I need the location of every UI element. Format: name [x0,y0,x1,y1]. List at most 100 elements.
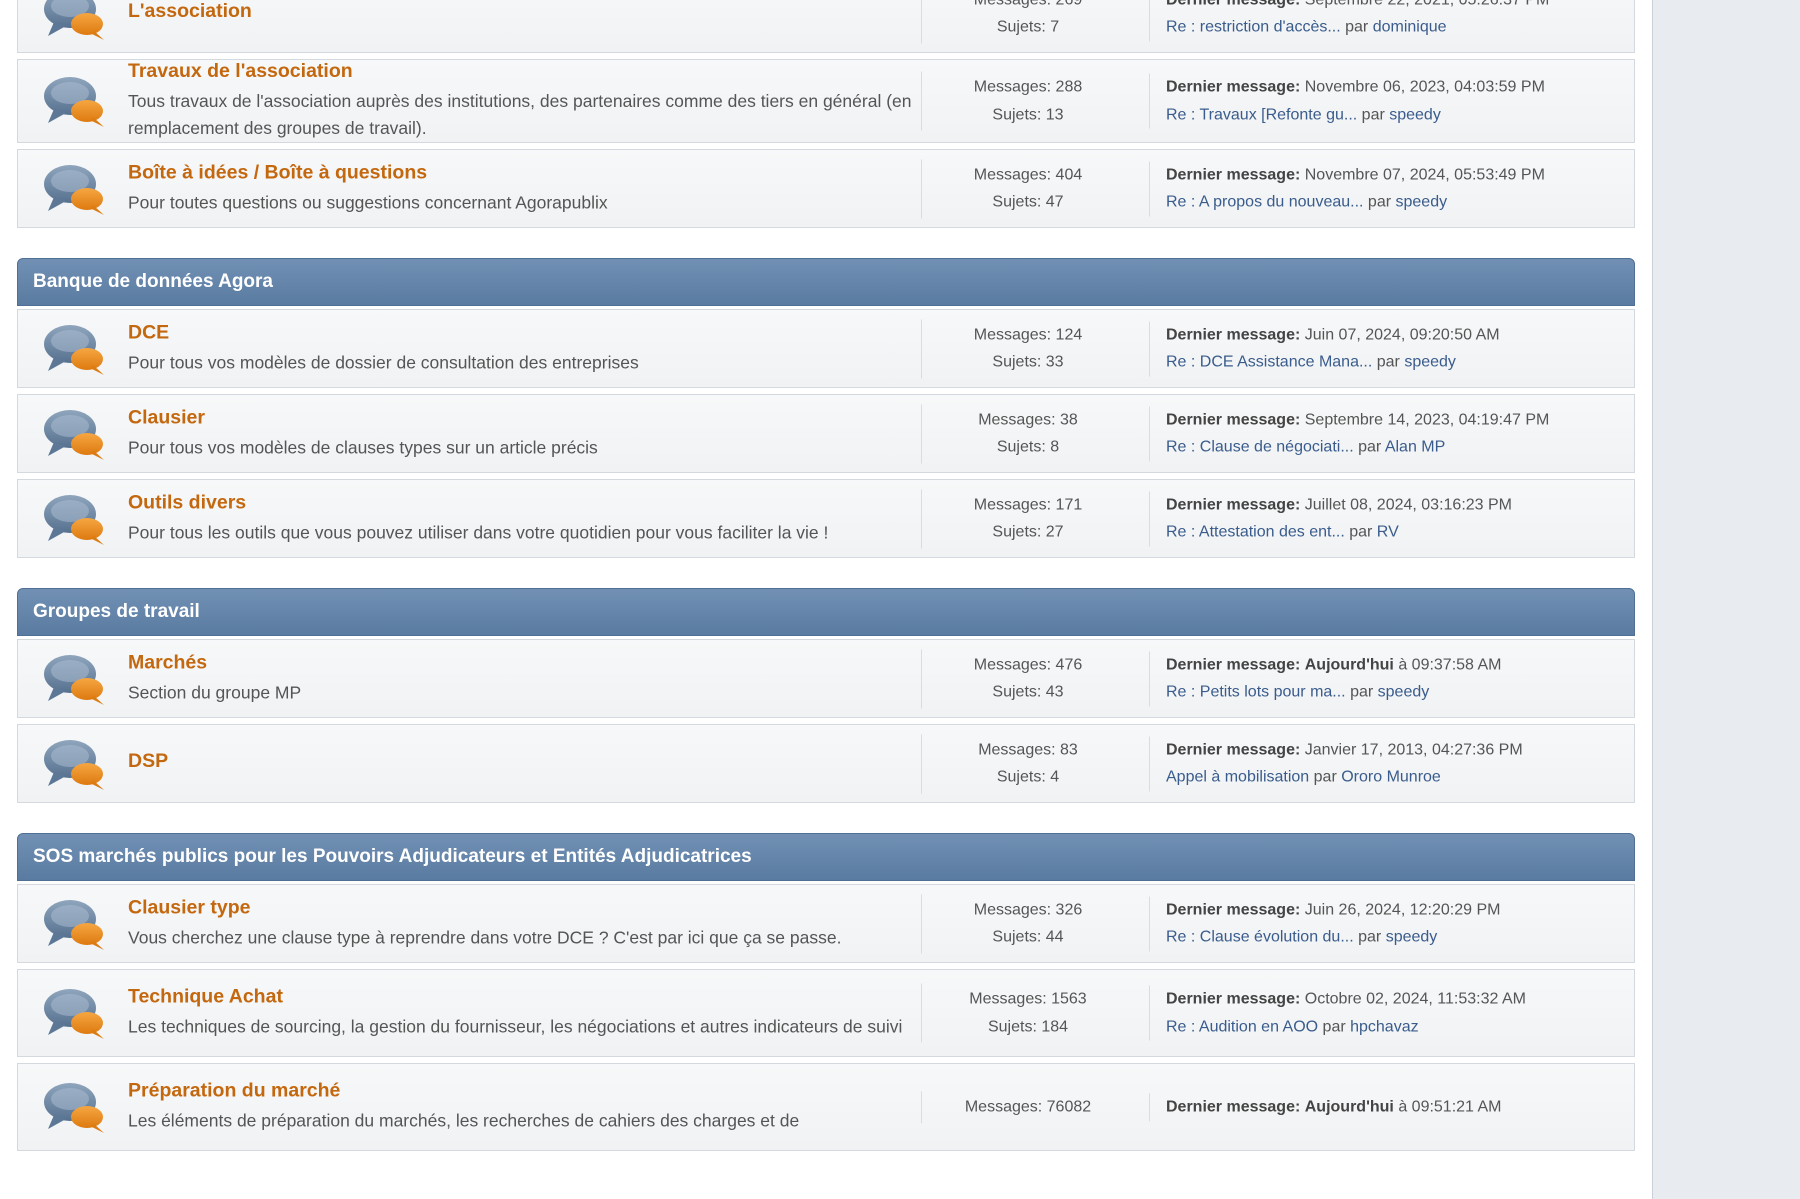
forum-info: L'association [128,0,916,28]
last-post-subject-link[interactable]: Re : Audition en AOO [1166,1018,1318,1035]
last-post-date: Dernier message: Juin 07, 2024, 09:20:50… [1166,326,1500,343]
last-post-author-link[interactable]: hpchavaz [1350,1018,1419,1035]
forum-description: Pour tous les outils que vous pouvez uti… [128,522,829,542]
messages-count: Messages: 171 [973,496,1083,513]
last-post-subject-link[interactable]: Re : restriction d'accès... [1166,19,1341,36]
forum-info: Boîte à idées / Boîte à questions Pour to… [128,161,916,216]
category-header-banque-de-donnees-agora[interactable]: Banque de données Agora [17,258,1635,306]
last-post-label: Dernier message: [1166,411,1301,428]
forum-title-link[interactable]: DCE [128,321,916,344]
forum-board-icon [44,324,104,375]
forum-title-link[interactable]: Travaux de l'association [128,60,916,83]
forum-description: Tous travaux de l'association auprès des… [128,91,912,138]
forum-title-link[interactable]: Marchés [128,651,916,674]
forum-board-icon [44,409,104,460]
last-post: Dernier message: Juin 07, 2024, 09:20:50… [1149,321,1624,376]
last-post-author-link[interactable]: speedy [1378,684,1430,701]
forum-info: Outils divers Pour tous les outils que vo… [128,491,916,546]
last-post-author-link[interactable]: dominique [1373,19,1447,36]
last-post: Dernier message: Septembre 14, 2023, 04:… [1149,406,1624,461]
forum-row-travaux-de-l-association: Travaux de l'association Tous travaux de … [17,59,1635,143]
category-header-sos-marches-publics-pour-les-pouvoirs-adjudicateurs-et-entites-adjudicatrices[interactable]: SOS marchés publics pour les Pouvoirs Ad… [17,833,1635,881]
forum-info: DCE Pour tous vos modèles de dossier de c… [128,321,916,376]
last-post: Dernier message: Novembre 07, 2024, 05:5… [1149,161,1624,216]
last-post-label: Dernier message: [1166,1098,1301,1116]
last-post: Dernier message: Octobre 02, 2024, 11:53… [1149,985,1624,1041]
last-post-label: Dernier message: [1166,656,1301,673]
forum-row-clausier-type: Clausier type Vous cherchez une clause ty… [17,884,1635,963]
forum-description: Pour toutes questions ou suggestions con… [128,192,608,212]
last-post-author-link[interactable]: Ororo Munroe [1341,769,1441,786]
forum-row-marches: Marchés Section du groupe MP Messages: 476… [17,639,1635,718]
forum-row-dce: DCE Pour tous vos modèles de dossier de c… [17,309,1635,388]
forum-description: Section du groupe MP [128,682,302,702]
last-post-subject-link[interactable]: Re : DCE Assistance Mana... [1166,354,1372,371]
messages-count: Messages: 326 [973,901,1083,918]
forum-stats: Messages: 76082 [921,1091,1134,1123]
last-post: Dernier message: Aujourd'hui à 09:51:21 … [1149,1093,1624,1121]
last-post-subject-link[interactable]: Re : Petits lots pour ma... [1166,684,1346,701]
messages-count: Messages: 38 [978,411,1078,428]
forum-stats: Messages: 1563 Sujets: 184 [921,983,1134,1043]
last-post-author-link[interactable]: speedy [1404,354,1456,371]
forum-stats: Messages: 124 Sujets: 33 [921,319,1134,378]
last-post: Dernier message: Juillet 08, 2024, 03:16… [1149,491,1624,546]
forum-info: Préparation du marché Les éléments de pré… [128,1080,916,1135]
messages-count: Messages: 76082 [964,1098,1092,1116]
forum-title-link[interactable]: L'association [128,0,916,23]
board-index: L'association Messages: 269 Sujets: 7 Derni… [17,0,1635,1157]
forum-description: Pour tous vos modèles de clauses types s… [128,437,598,457]
last-post-author-link[interactable]: speedy [1386,929,1438,946]
forum-description: Vous cherchez une clause type à reprendr… [128,927,842,947]
last-post-subject-link[interactable]: Re : Travaux [Refonte gu... [1166,106,1357,123]
topics-count: Sujets: 47 [992,193,1064,211]
forum-title-link[interactable]: Préparation du marché [128,1080,916,1103]
today-label: Aujourd'hui [1304,1098,1394,1116]
forum-row-technique-achat: Technique Achat Les techniques de sourcin… [17,969,1635,1057]
topics-count: Sujets: 7 [996,18,1060,36]
forum-info: Clausier Pour tous vos modèles de clauses… [128,406,916,461]
last-post: Dernier message: Janvier 17, 2013, 04:27… [1149,736,1624,791]
forum-board-icon [44,494,104,545]
last-post-author-link[interactable]: RV [1377,524,1399,541]
last-post-subject-link[interactable]: Appel à mobilisation [1166,769,1309,786]
today-label: Aujourd'hui [1304,656,1394,673]
forum-title-link[interactable]: DSP [128,750,916,773]
topics-count: Sujets: 27 [992,523,1064,541]
last-post-topic: Re : Audition en AOO par hpchavaz [1166,1018,1419,1035]
last-post-label: Dernier message: [1166,166,1301,183]
forum-board-icon [44,989,104,1039]
forum-board-icon [44,899,104,950]
forum-info: Travaux de l'association Tous travaux de … [128,60,916,142]
last-post-subject-link[interactable]: Re : Attestation des ent... [1166,524,1345,541]
forum-title-link[interactable]: Technique Achat [128,986,916,1009]
last-post-date: Dernier message: Novembre 07, 2024, 05:5… [1166,166,1545,183]
forum-board-icon [44,0,104,40]
last-post-topic: Re : Petits lots pour ma... par speedy [1166,683,1430,701]
last-post-date: Dernier message: Novembre 06, 2023, 04:0… [1166,78,1545,96]
last-post-topic: Appel à mobilisation par Ororo Munroe [1166,768,1441,786]
category-header-groupes-de-travail[interactable]: Groupes de travail [17,588,1635,636]
last-post-label: Dernier message: [1166,901,1301,918]
last-post-date: Dernier message: Juillet 08, 2024, 03:16… [1166,496,1512,513]
last-post: Dernier message: Novembre 06, 2023, 04:0… [1149,73,1624,129]
last-post-author-link[interactable]: speedy [1389,106,1441,123]
last-post-author-link[interactable]: speedy [1396,194,1448,211]
last-post: Dernier message: Septembre 22, 2021, 05:… [1149,0,1624,41]
forum-title-link[interactable]: Clausier type [128,896,916,919]
forum-title-link[interactable]: Boîte à idées / Boîte à questions [128,161,916,184]
forum-stats: Messages: 269 Sujets: 7 [921,0,1134,43]
forum-description: Les techniques de sourcing, la gestion d… [128,1016,903,1037]
last-post-label: Dernier message: [1166,0,1300,8]
last-post-author-link[interactable]: Alan MP [1385,439,1445,456]
forum-title-link[interactable]: Outils divers [128,491,916,514]
last-post-subject-link[interactable]: Re : Clause évolution du... [1166,929,1354,946]
messages-count: Messages: 476 [973,656,1083,673]
last-post-subject-link[interactable]: Re : A propos du nouveau... [1166,194,1363,211]
forum-title-link[interactable]: Clausier [128,406,916,429]
messages-count: Messages: 269 [922,0,1134,14]
forum-row-boite-a-idees-boite-a-questions: Boîte à idées / Boîte à questions Pour to… [17,149,1635,228]
last-post-topic: Re : Attestation des ent... par RV [1166,523,1399,541]
forum-stats: Messages: 38 Sujets: 8 [921,404,1134,463]
last-post-subject-link[interactable]: Re : Clause de négociati... [1166,439,1354,456]
